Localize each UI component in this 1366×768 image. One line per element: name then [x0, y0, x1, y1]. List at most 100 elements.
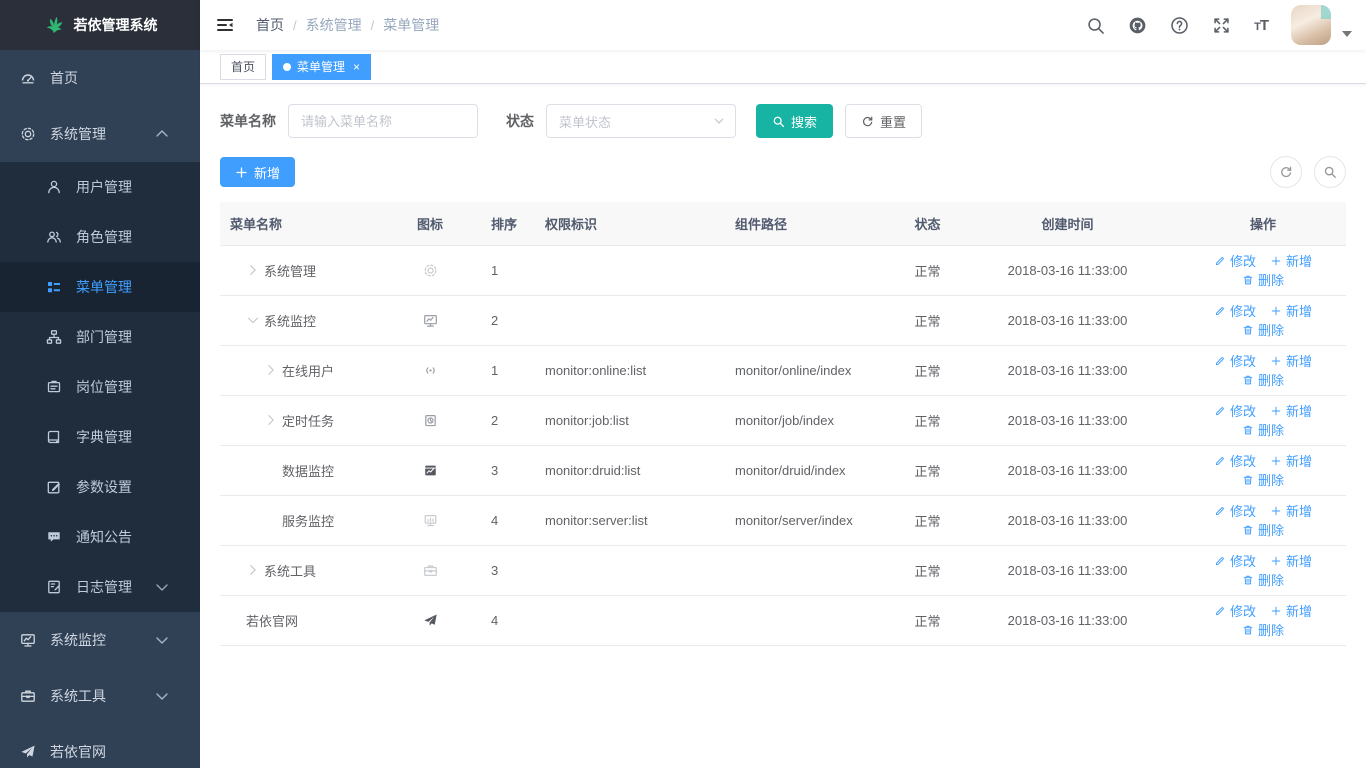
avatar-caret-icon[interactable] — [1342, 31, 1352, 37]
sidebar-toggle-icon[interactable] — [200, 0, 250, 50]
menu-name: 服务监控 — [282, 511, 334, 530]
sidebar-item-label: 首页 — [50, 68, 78, 88]
breadcrumb-item-0[interactable]: 首页 — [256, 15, 284, 35]
column-header-7: 操作 — [1180, 202, 1346, 245]
tab-0[interactable]: 首页 — [220, 54, 266, 80]
monitor-icon — [20, 632, 36, 648]
add-button[interactable]: 新增 — [220, 157, 295, 187]
row-delete-label: 删除 — [1258, 270, 1284, 289]
sidebar-item-6[interactable]: 岗位管理 — [0, 362, 200, 412]
sidebar-item-13[interactable]: 若依官网 — [0, 724, 200, 768]
row-edit-button[interactable]: 修改 — [1214, 501, 1256, 520]
sidebar-item-3[interactable]: 角色管理 — [0, 212, 200, 262]
trash-op-icon — [1242, 524, 1254, 536]
menu-name: 定时任务 — [282, 411, 334, 430]
menu-name: 数据监控 — [282, 461, 334, 480]
menu-create-time: 2018-03-16 11:33:00 — [955, 595, 1180, 645]
sidebar-item-2[interactable]: 用户管理 — [0, 162, 200, 212]
menu-perms — [535, 595, 725, 645]
row-delete-label: 删除 — [1258, 370, 1284, 389]
column-header-5: 状态 — [900, 202, 955, 245]
tree-expand-right-icon[interactable] — [264, 413, 278, 427]
row-edit-button[interactable]: 修改 — [1214, 601, 1256, 620]
chevron-down-icon — [154, 632, 170, 648]
sidebar-item-10[interactable]: 日志管理 — [0, 562, 200, 612]
menu-status: 正常 — [900, 495, 955, 545]
row-edit-button[interactable]: 修改 — [1214, 351, 1256, 370]
fullscreen-icon[interactable] — [1212, 16, 1231, 35]
row-edit-button[interactable]: 修改 — [1214, 301, 1256, 320]
refresh-table-button[interactable] — [1270, 156, 1302, 188]
tree-expand-right-icon[interactable] — [264, 363, 278, 377]
search-icon — [772, 115, 785, 128]
sidebar-item-11[interactable]: 系统监控 — [0, 612, 200, 668]
sidebar-item-label: 系统工具 — [50, 686, 106, 706]
search-icon[interactable] — [1086, 16, 1105, 35]
sidebar-item-9[interactable]: 通知公告 — [0, 512, 200, 562]
row-delete-button[interactable]: 删除 — [1242, 520, 1284, 539]
row-add-button[interactable]: 新增 — [1270, 401, 1312, 420]
row-delete-button[interactable]: 删除 — [1242, 420, 1284, 439]
row-add-button[interactable]: 新增 — [1270, 501, 1312, 520]
menu-name-input[interactable] — [288, 104, 478, 138]
row-add-button[interactable]: 新增 — [1270, 601, 1312, 620]
reset-button[interactable]: 重置 — [845, 104, 922, 138]
row-delete-button[interactable]: 删除 — [1242, 620, 1284, 639]
tree-expand-down-icon[interactable] — [246, 313, 260, 327]
row-delete-button[interactable]: 删除 — [1242, 270, 1284, 289]
sidebar-item-8[interactable]: 参数设置 — [0, 462, 200, 512]
row-add-button[interactable]: 新增 — [1270, 301, 1312, 320]
table-header-row: 菜单名称图标排序权限标识组件路径状态创建时间操作 — [220, 202, 1346, 245]
sidebar-item-7[interactable]: 字典管理 — [0, 412, 200, 462]
message-icon — [46, 529, 62, 545]
fontsize-icon[interactable]: TT — [1254, 17, 1268, 34]
menu-component — [725, 545, 900, 595]
row-delete-button[interactable]: 删除 — [1242, 570, 1284, 589]
menu-status: 正常 — [900, 345, 955, 395]
tree-expand-right-icon[interactable] — [246, 263, 260, 277]
user-avatar[interactable] — [1291, 5, 1331, 45]
tree-expand-right-icon[interactable] — [246, 563, 260, 577]
row-add-button[interactable]: 新增 — [1270, 551, 1312, 570]
row-edit-button[interactable]: 修改 — [1214, 401, 1256, 420]
edit-op-icon — [1214, 505, 1226, 517]
sidebar-item-label: 参数设置 — [76, 477, 132, 497]
post-icon — [46, 379, 62, 395]
row-add-button[interactable]: 新增 — [1270, 251, 1312, 270]
row-edit-button[interactable]: 修改 — [1214, 551, 1256, 570]
search-button[interactable]: 搜索 — [756, 104, 833, 138]
sidebar-item-12[interactable]: 系统工具 — [0, 668, 200, 724]
menu-perms — [535, 545, 725, 595]
github-icon[interactable] — [1128, 16, 1147, 35]
menu-create-time: 2018-03-16 11:33:00 — [955, 345, 1180, 395]
menu-component — [725, 245, 900, 295]
tab-close-icon[interactable]: × — [353, 61, 360, 73]
tab-1[interactable]: 菜单管理× — [272, 54, 371, 80]
tree-table-icon — [46, 279, 62, 295]
guide-icon — [423, 613, 438, 628]
status-select[interactable]: 菜单状态 — [546, 104, 736, 138]
question-icon[interactable] — [1170, 16, 1189, 35]
menu-order: 2 — [455, 395, 535, 445]
row-edit-button[interactable]: 修改 — [1214, 251, 1256, 270]
app-title: 若依管理系统 — [74, 15, 158, 35]
row-add-button[interactable]: 新增 — [1270, 451, 1312, 470]
row-delete-label: 删除 — [1258, 320, 1284, 339]
row-add-button[interactable]: 新增 — [1270, 351, 1312, 370]
plus-icon — [235, 166, 248, 179]
row-delete-button[interactable]: 删除 — [1242, 320, 1284, 339]
row-actions: 修改新增删除 — [1180, 495, 1346, 545]
table-body: 系统管理 1 正常 2018-03-16 11:33:00 修改新增删除 系统监… — [220, 245, 1346, 645]
menu-component: monitor/server/index — [725, 495, 900, 545]
row-delete-button[interactable]: 删除 — [1242, 370, 1284, 389]
sidebar: 若依管理系统 首页系统管理用户管理角色管理菜单管理部门管理岗位管理字典管理参数设… — [0, 0, 200, 768]
sidebar-item-1[interactable]: 系统管理 — [0, 106, 200, 162]
tool-icon — [423, 563, 438, 578]
row-edit-button[interactable]: 修改 — [1214, 451, 1256, 470]
row-delete-button[interactable]: 删除 — [1242, 470, 1284, 489]
sidebar-item-4[interactable]: 菜单管理 — [0, 262, 200, 312]
sidebar-item-5[interactable]: 部门管理 — [0, 312, 200, 362]
edit-icon — [46, 479, 62, 495]
toggle-search-button[interactable] — [1314, 156, 1346, 188]
sidebar-item-0[interactable]: 首页 — [0, 50, 200, 106]
